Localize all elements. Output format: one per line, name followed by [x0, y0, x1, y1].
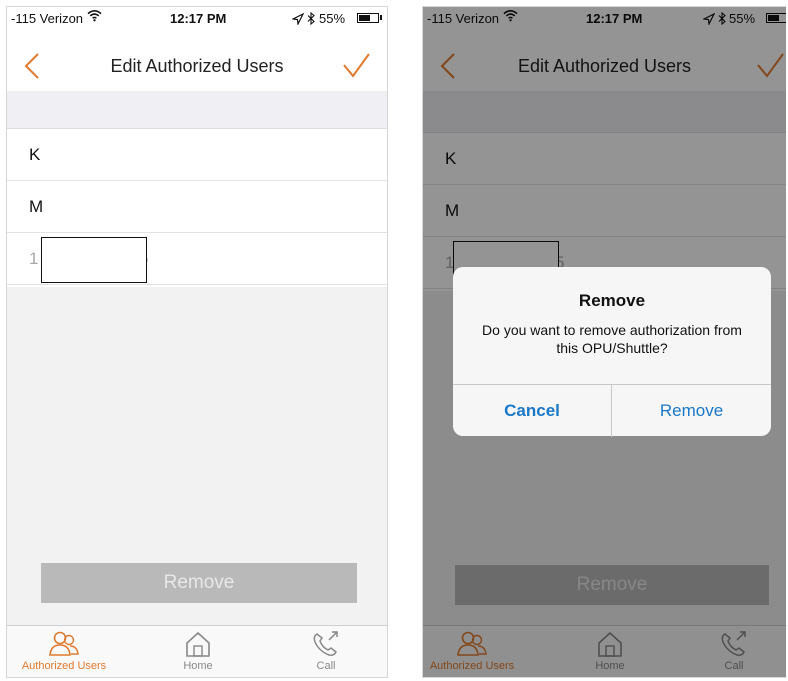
bluetooth-icon: [307, 12, 315, 25]
battery-icon: [357, 13, 379, 23]
users-icon: [49, 631, 79, 656]
remove-alert-dialog: Remove Do you want to remove authorizati…: [453, 267, 771, 437]
list-item[interactable]: K: [7, 129, 387, 181]
tab-label: Home: [183, 660, 213, 672]
alert-message: Do you want to remove authorization from…: [482, 322, 742, 356]
tab-label: Authorized Users: [21, 660, 107, 672]
page-title: Edit Authorized Users: [110, 56, 284, 76]
battery-percent-label: 55%: [319, 11, 346, 26]
edit-users-screen: -115 Verizon 12:17 PM 55% Edit Authorize…: [6, 6, 388, 678]
alert-button-row: Cancel Remove: [453, 384, 771, 437]
clock-label: 12:17 PM: [170, 11, 227, 26]
checkmark-icon[interactable]: [341, 51, 371, 81]
edit-users-screen-with-alert: -115 Verizon 12:17 PM 55% Edit Authorize…: [422, 6, 786, 678]
tab-home[interactable]: Home: [143, 630, 253, 672]
remove-button[interactable]: Remove: [41, 563, 357, 603]
carrier-label: -115 Verizon: [11, 11, 84, 26]
nav-bar: Edit Authorized Users: [7, 31, 387, 91]
cancel-button[interactable]: Cancel: [453, 385, 612, 437]
confirm-remove-button[interactable]: Remove: [612, 385, 771, 437]
redaction-box: [41, 237, 147, 283]
user-name: K: [29, 145, 41, 164]
user-id-start: 1: [29, 249, 39, 268]
location-arrow-icon: [292, 13, 304, 25]
phone-call-icon: [313, 631, 338, 656]
home-icon: [186, 631, 210, 657]
tab-label: Call: [316, 660, 336, 672]
section-spacer: [7, 91, 387, 129]
alert-title: Remove: [578, 291, 646, 310]
battery-nub: [380, 15, 382, 20]
tab-bar: Authorized Users Home Call: [7, 625, 387, 677]
status-bar: -115 Verizon 12:17 PM 55%: [7, 7, 387, 31]
list-item[interactable]: M: [7, 181, 387, 233]
tab-call[interactable]: Call: [271, 630, 381, 672]
wifi-icon: [87, 10, 102, 22]
tab-authorized-users[interactable]: Authorized Users: [9, 630, 119, 672]
user-name: M: [29, 197, 44, 216]
